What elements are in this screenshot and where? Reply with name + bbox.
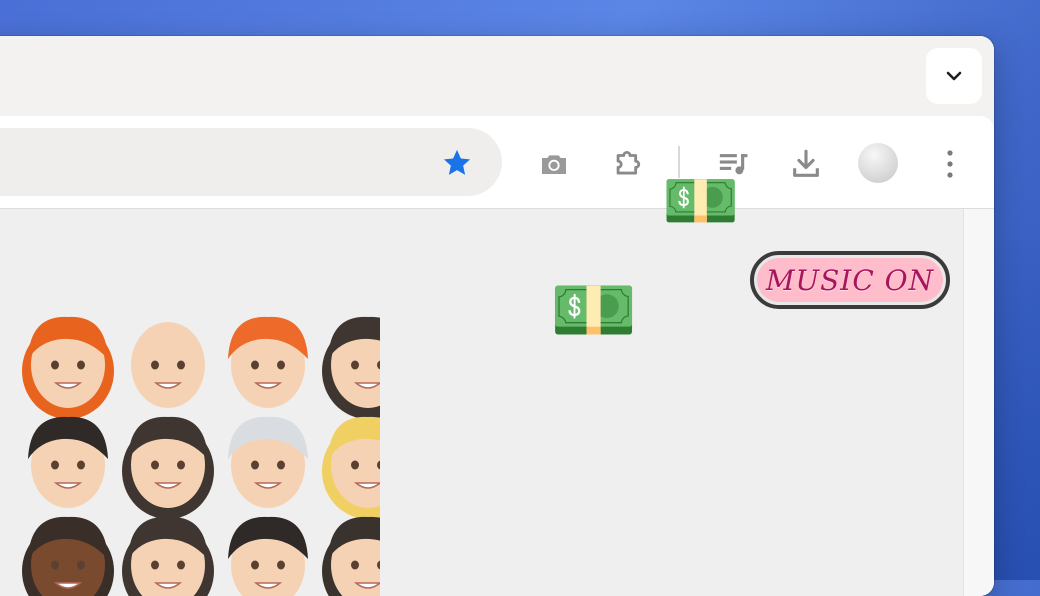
avatar-eye bbox=[151, 560, 159, 570]
blonde-woman-avatar[interactable] bbox=[322, 416, 380, 519]
screenshot-button[interactable] bbox=[530, 140, 578, 188]
avatar-eye bbox=[77, 460, 85, 470]
redhead-man-avatar[interactable] bbox=[228, 316, 308, 408]
vertical-scrollbar[interactable] bbox=[963, 209, 994, 596]
avatar-eye bbox=[151, 460, 159, 470]
avatar-grid bbox=[22, 316, 380, 596]
avatar-eye bbox=[77, 560, 85, 570]
extensions-button[interactable] bbox=[604, 140, 652, 188]
avatar-eye bbox=[277, 460, 285, 470]
avatar-eye bbox=[177, 360, 185, 370]
browser-menu-button[interactable] bbox=[926, 140, 974, 188]
avatar-eye bbox=[351, 460, 359, 470]
bald-man-avatar[interactable] bbox=[131, 322, 205, 408]
avatar-eye bbox=[251, 460, 259, 470]
tab-strip bbox=[0, 36, 994, 116]
money-emoji-partial: 💵 bbox=[662, 167, 740, 236]
avatar-eye bbox=[251, 560, 259, 570]
music-toggle-label: MUSIC ON bbox=[757, 258, 943, 302]
curly-hair-woman-avatar[interactable] bbox=[322, 516, 380, 596]
brunette-woman-avatar[interactable] bbox=[122, 416, 214, 519]
avatar-face bbox=[131, 322, 205, 408]
camera-icon bbox=[542, 155, 566, 174]
chevron-down-icon bbox=[946, 71, 962, 81]
brunette-woman-avatar[interactable] bbox=[122, 516, 214, 596]
avatar-eye bbox=[177, 560, 185, 570]
dark-hair-man-avatar[interactable] bbox=[28, 416, 108, 508]
kebab-menu-icon bbox=[947, 150, 953, 178]
money-emoji[interactable]: 💵 bbox=[550, 275, 637, 345]
avatar-eye bbox=[51, 360, 59, 370]
avatar-eye bbox=[351, 560, 359, 570]
avatar-eye bbox=[51, 460, 59, 470]
download-icon bbox=[793, 149, 819, 177]
tab-search-button[interactable] bbox=[926, 48, 982, 104]
avatar-eye bbox=[277, 360, 285, 370]
avatar-eye bbox=[177, 460, 185, 470]
page-content: 💵 💵 MUSIC ON bbox=[0, 171, 994, 596]
dark-hair-man-avatar[interactable] bbox=[228, 516, 308, 596]
downloads-button[interactable] bbox=[782, 140, 830, 188]
avatar-eye bbox=[51, 560, 59, 570]
ginger-woman-avatar[interactable] bbox=[22, 316, 114, 419]
avatar-eye bbox=[151, 360, 159, 370]
address-bar[interactable] bbox=[0, 128, 502, 196]
avatar-eye bbox=[351, 360, 359, 370]
browser-window: 💵 💵 MUSIC ON bbox=[0, 36, 994, 596]
avatar-eye bbox=[251, 360, 259, 370]
grey-hair-man-avatar[interactable] bbox=[228, 416, 308, 508]
avatar-eye bbox=[77, 360, 85, 370]
avatar-eye bbox=[277, 560, 285, 570]
puzzle-icon bbox=[616, 151, 641, 175]
profile-avatar-button[interactable] bbox=[858, 143, 898, 183]
curly-dark-woman-avatar[interactable] bbox=[22, 516, 114, 596]
browser-toolbar bbox=[0, 116, 994, 208]
brunette-woman-avatar[interactable] bbox=[322, 316, 380, 419]
bookmark-star-button[interactable] bbox=[440, 146, 474, 180]
music-toggle-button[interactable]: MUSIC ON bbox=[750, 251, 950, 309]
star-icon bbox=[443, 149, 471, 175]
